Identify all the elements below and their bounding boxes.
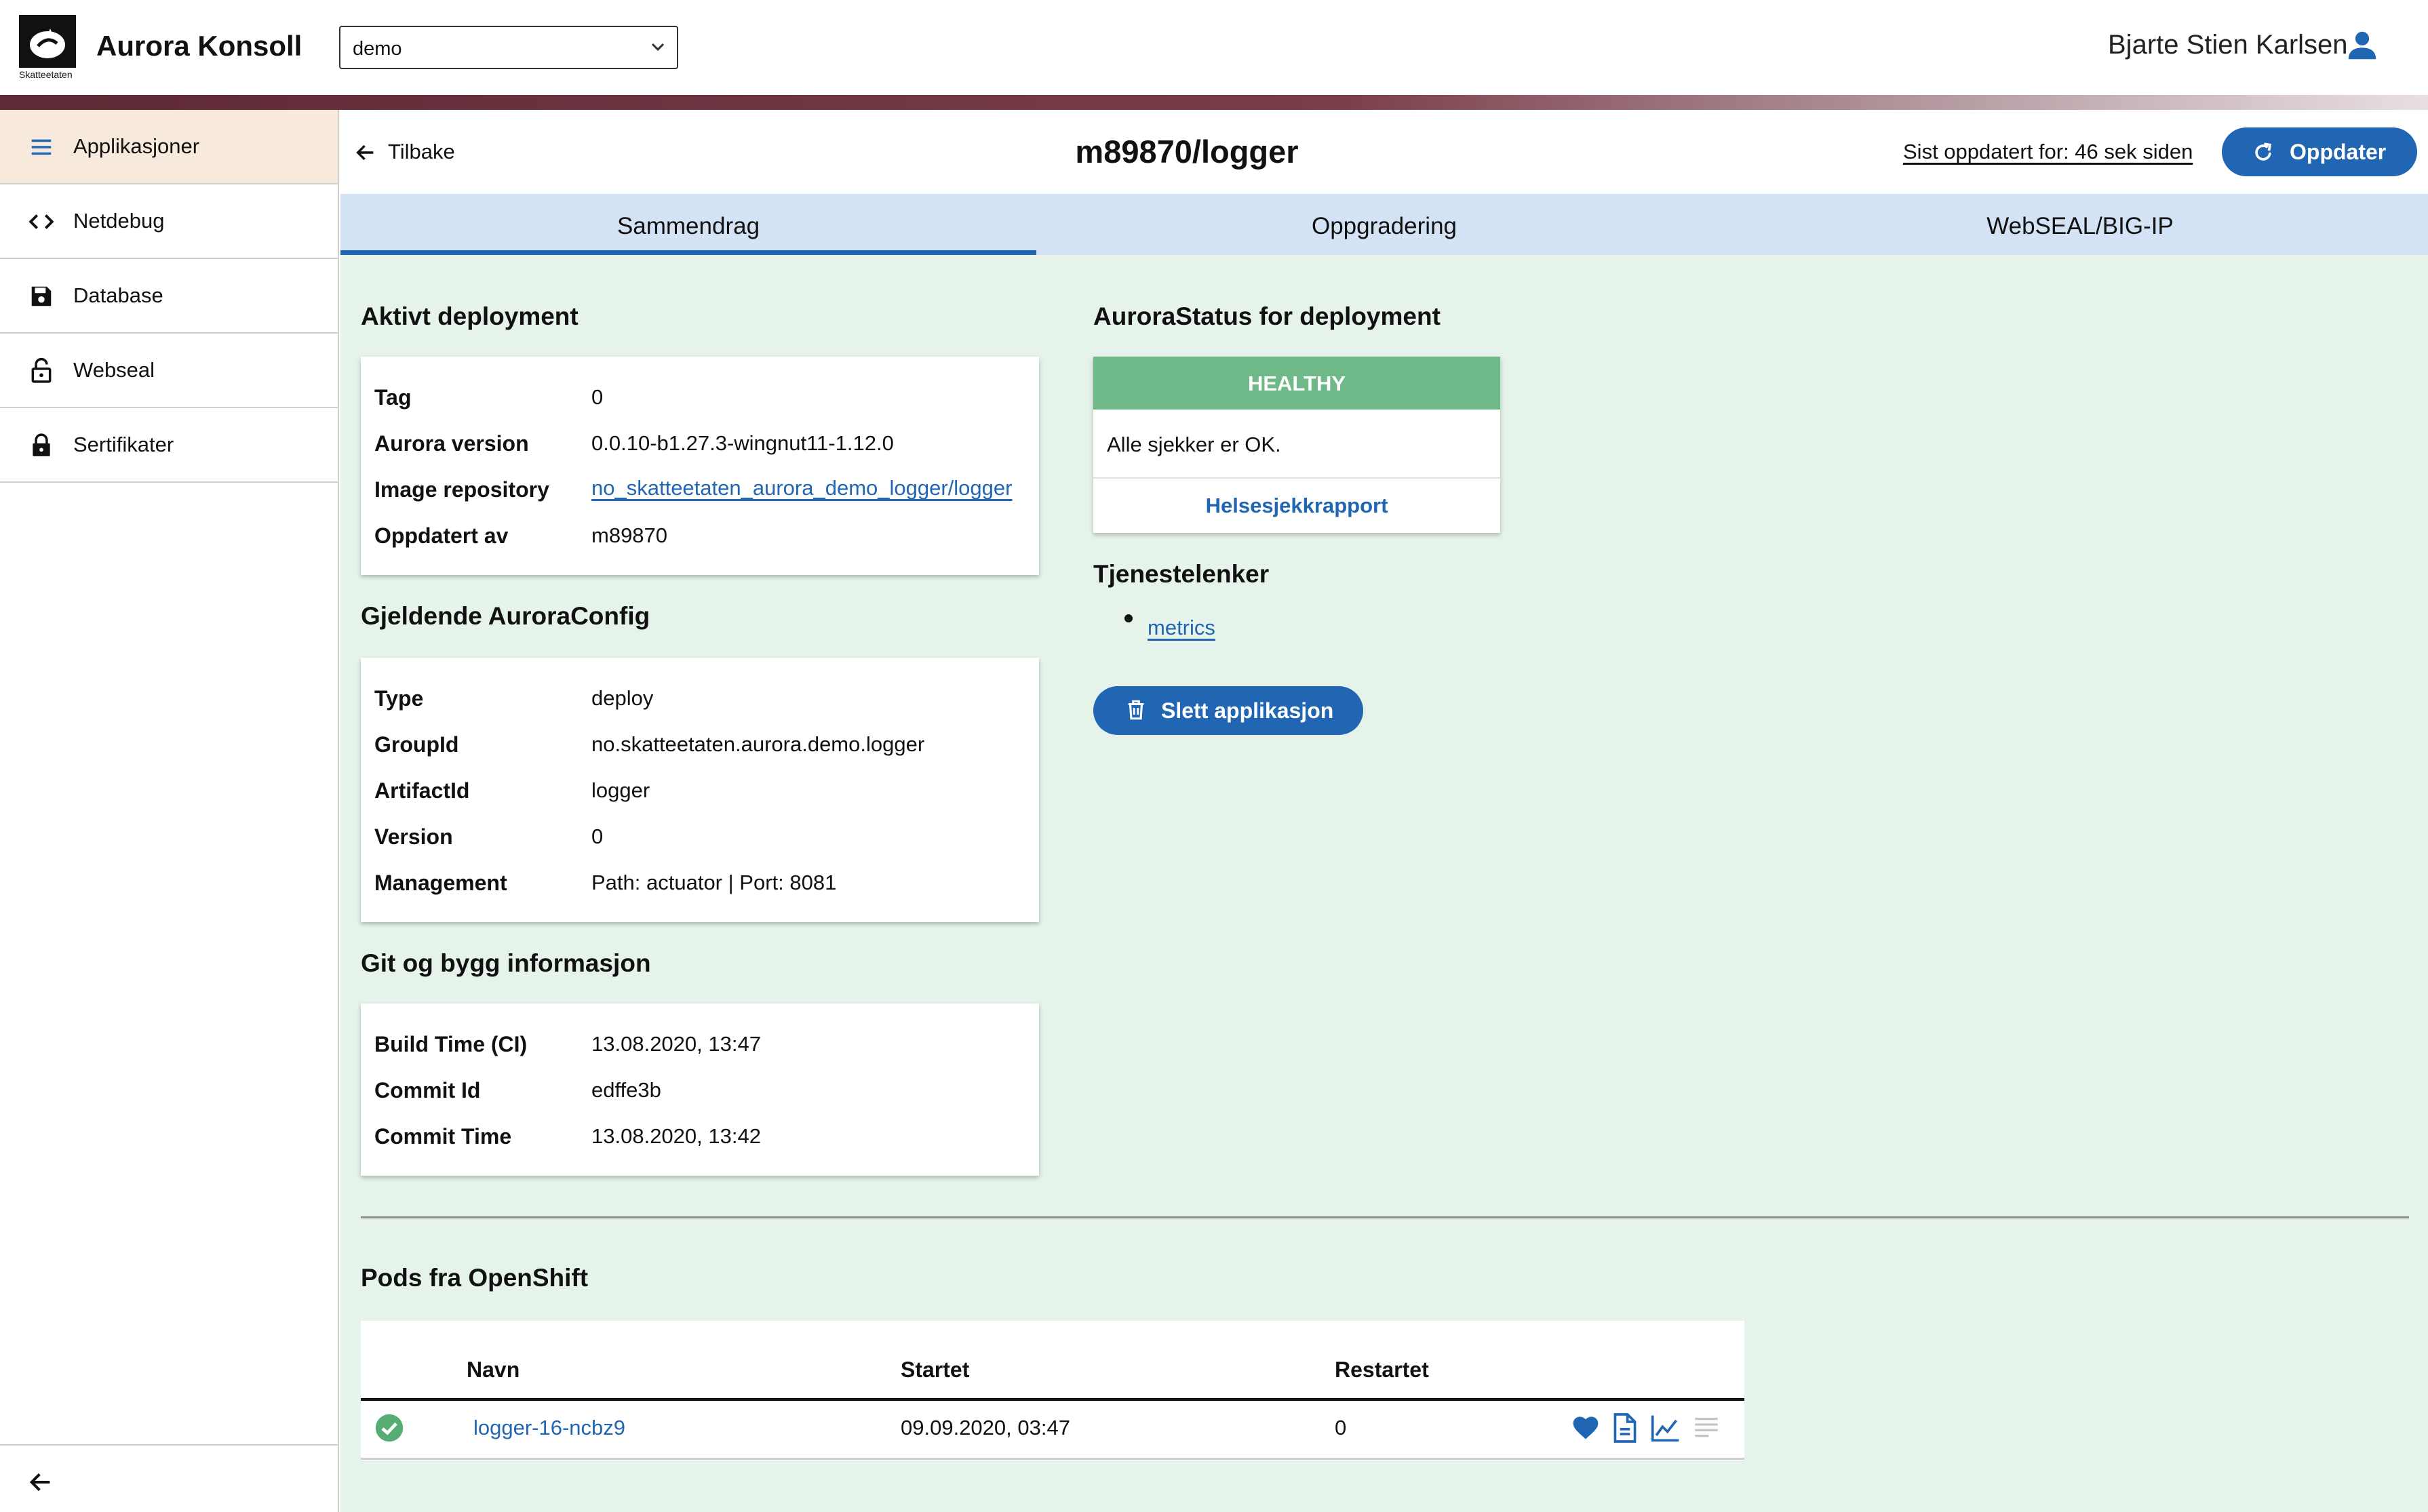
kv-key: GroupId <box>374 732 459 757</box>
sidebar-item-applikasjoner[interactable]: Applikasjoner <box>0 110 338 184</box>
header-accent-band <box>0 95 2428 110</box>
pods-table: Navn Startet Restartet logger-16-ncbz9 0… <box>361 1321 1744 1460</box>
kv-key: Commit Time <box>374 1124 512 1149</box>
kv-value: 0 <box>591 385 604 409</box>
sidebar-item-label: Webseal <box>73 358 155 382</box>
active-deployment-card: Tag 0 Aurora version 0.0.10-b1.27.3-wing… <box>361 357 1039 575</box>
status-message: Alle sjekker er OK. <box>1107 433 1281 456</box>
table-row-border <box>361 1458 1744 1460</box>
aurora-status-title: AuroraStatus for deployment <box>1093 302 1441 330</box>
kv-key: Type <box>374 686 424 711</box>
kv-key: Build Time (CI) <box>374 1032 528 1056</box>
user-name[interactable]: Bjarte Stien Karlsen <box>2108 30 2348 60</box>
user-icon[interactable] <box>2344 27 2381 64</box>
arrow-left-icon[interactable] <box>27 1469 54 1496</box>
kv-value: no.skatteetaten.aurora.demo.logger <box>591 732 925 756</box>
app-title[interactable]: Aurora Konsoll <box>96 30 302 62</box>
pods-title: Pods fra OpenShift <box>361 1264 589 1292</box>
kv-key: Aurora version <box>374 431 529 456</box>
kv-value: 0.0.10-b1.27.3-wingnut11-1.12.0 <box>591 431 894 455</box>
column-header-startet[interactable]: Startet <box>901 1357 969 1382</box>
text-lines-icon[interactable] <box>1693 1414 1720 1441</box>
hamburger-menu-icon <box>28 134 54 160</box>
sidebar-item-label: Database <box>73 283 163 307</box>
trash-icon <box>1124 698 1148 721</box>
arrow-left-icon <box>354 141 377 164</box>
kv-key: ArtifactId <box>374 778 470 803</box>
tab-sammendrag[interactable]: Sammendrag <box>340 194 1036 255</box>
section-divider <box>361 1216 2409 1218</box>
list-bullet <box>1124 614 1133 622</box>
kv-value: 0 <box>591 824 604 848</box>
document-icon[interactable] <box>1611 1413 1639 1443</box>
delete-button-label: Slett applikasjon <box>1161 698 1334 723</box>
pod-started: 09.09.2020, 03:47 <box>901 1416 1070 1439</box>
kv-value: deploy <box>591 686 654 710</box>
back-link-label: Tilbake <box>388 140 455 163</box>
kv-value: 13.08.2020, 13:42 <box>591 1124 761 1148</box>
service-links-title: Tjenestelenker <box>1093 560 1270 588</box>
sidebar-item-label: Applikasjoner <box>73 134 200 158</box>
status-level-badge: HEALTHY <box>1093 357 1500 410</box>
tab-bar: Sammendrag Oppgradering WebSEAL/BIG-IP <box>340 194 2428 255</box>
git-build-card: Build Time (CI) 13.08.2020, 13:47 Commit… <box>361 1003 1039 1176</box>
column-header-restartet[interactable]: Restartet <box>1335 1357 1429 1382</box>
page-title: m89870/logger <box>1075 134 1299 170</box>
kv-key: Oppdatert av <box>374 523 509 548</box>
metrics-link[interactable]: metrics <box>1148 616 1215 640</box>
kv-value: 13.08.2020, 13:47 <box>591 1032 761 1056</box>
code-brackets-icon <box>28 209 54 235</box>
refresh-button-label: Oppdater <box>2290 140 2387 164</box>
sidebar: Applikasjoner Netdebug Database Webseal … <box>0 110 339 1512</box>
skatteetaten-logo[interactable]: Skatteetaten <box>19 15 76 83</box>
sidebar-item-database[interactable]: Database <box>0 259 338 334</box>
aurora-config-title: Gjeldende AuroraConfig <box>361 602 650 630</box>
kv-value: m89870 <box>591 523 668 547</box>
sidebar-item-label: Sertifikater <box>73 433 174 456</box>
tab-webseal-bigip[interactable]: WebSEAL/BIG-IP <box>1732 194 2428 255</box>
kv-key: Tag <box>374 385 412 410</box>
table-header-border <box>361 1398 1744 1401</box>
delete-application-button[interactable]: Slett applikasjon <box>1093 686 1363 735</box>
refresh-icon <box>2252 141 2275 164</box>
environment-select-value: demo <box>353 38 402 60</box>
health-report-link[interactable]: Helsesjekkrapport <box>1093 494 1500 518</box>
sidebar-item-label: Netdebug <box>73 209 165 233</box>
image-repository-link[interactable]: no_skatteetaten_aurora_demo_logger/logge… <box>591 476 1012 500</box>
aurora-config-card: Type deploy GroupId no.skatteetaten.auro… <box>361 658 1039 922</box>
sidebar-item-netdebug[interactable]: Netdebug <box>0 184 338 259</box>
column-header-navn[interactable]: Navn <box>467 1357 520 1382</box>
tab-oppgradering[interactable]: Oppgradering <box>1036 194 1732 255</box>
chevron-down-icon <box>651 42 665 52</box>
aurora-status-card: HEALTHY Alle sjekker er OK. Helsesjekkra… <box>1093 357 1500 533</box>
locked-padlock-icon <box>28 433 54 458</box>
floppy-disk-icon <box>28 283 54 309</box>
last-updated-text[interactable]: Sist oppdatert for: 46 sek siden <box>1903 140 2193 164</box>
kv-key: Commit Id <box>374 1078 481 1102</box>
active-deployment-title: Aktivt deployment <box>361 302 579 330</box>
pod-restarted: 0 <box>1335 1416 1347 1439</box>
chart-line-icon[interactable] <box>1649 1413 1681 1443</box>
kv-key: Image repository <box>374 477 549 502</box>
heart-icon[interactable] <box>1571 1413 1601 1443</box>
environment-select[interactable]: demo <box>339 26 678 69</box>
git-build-title: Git og bygg informasjon <box>361 949 651 977</box>
sidebar-item-sertifikater[interactable]: Sertifikater <box>0 408 338 483</box>
sidebar-item-webseal[interactable]: Webseal <box>0 334 338 408</box>
kv-key: Management <box>374 871 507 895</box>
check-circle-icon <box>374 1413 404 1443</box>
refresh-button[interactable]: Oppdater <box>2222 127 2417 176</box>
kv-value: Path: actuator | Port: 8081 <box>591 871 837 894</box>
kv-key: Version <box>374 824 453 849</box>
unlocked-padlock-icon <box>28 358 54 384</box>
sidebar-divider <box>0 1444 338 1446</box>
kv-value: logger <box>591 778 650 802</box>
pod-name-link[interactable]: logger-16-ncbz9 <box>473 1416 625 1440</box>
kv-value: edffe3b <box>591 1078 661 1102</box>
status-divider <box>1093 477 1500 479</box>
logo-caption: Skatteetaten <box>19 69 73 80</box>
